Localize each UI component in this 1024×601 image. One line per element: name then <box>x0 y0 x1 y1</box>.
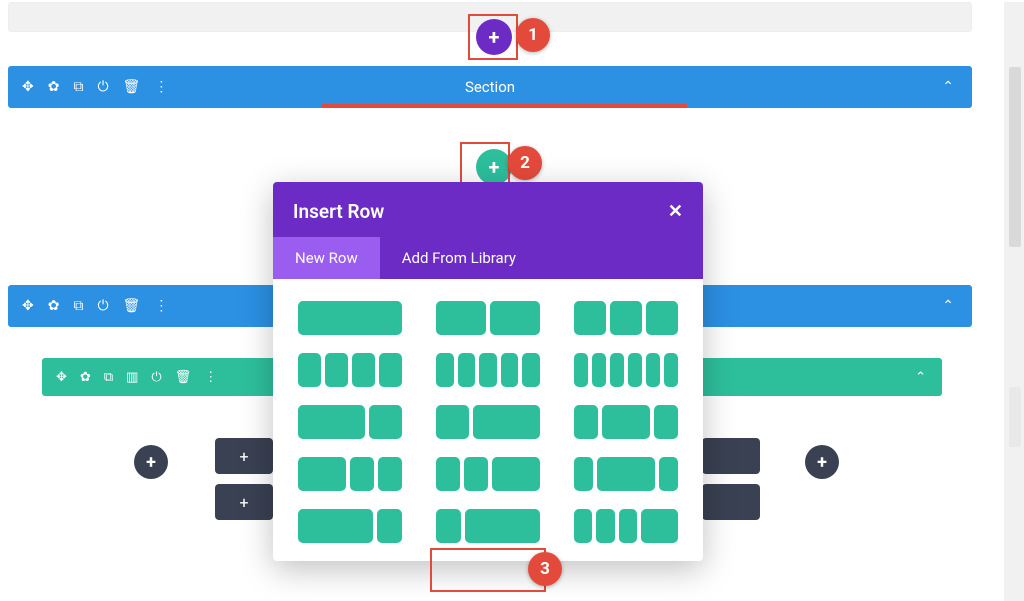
scrollbar[interactable] <box>1004 2 1024 601</box>
tab-new-row[interactable]: New Row <box>273 237 380 279</box>
add-module-right[interactable]: + <box>805 445 839 479</box>
duplicate-icon[interactable]: ⧉ <box>73 79 83 95</box>
more-icon[interactable]: ⋮ <box>154 298 168 314</box>
layout-option-8[interactable] <box>574 405 678 439</box>
gear-icon[interactable]: ✿ <box>48 79 60 95</box>
section-collapse-caret[interactable]: ⌃ <box>942 79 954 95</box>
move-icon[interactable]: ✥ <box>22 79 34 95</box>
duplicate-icon[interactable]: ⧉ <box>104 370 113 385</box>
layout-option-9[interactable] <box>298 457 402 491</box>
layout-option-2[interactable] <box>574 301 678 335</box>
gear-icon[interactable]: ✿ <box>80 370 91 385</box>
layout-option-4[interactable] <box>436 353 540 387</box>
modal-title: Insert Row <box>293 200 384 223</box>
layout-option-14[interactable] <box>574 509 678 543</box>
tab-add-from-library[interactable]: Add From Library <box>380 237 538 279</box>
layout-option-13[interactable] <box>436 509 540 543</box>
trash-icon[interactable]: 🗑 <box>123 298 141 314</box>
move-icon[interactable]: ✥ <box>56 370 67 385</box>
power-icon[interactable]: ⏻ <box>97 79 108 95</box>
module-pill-4[interactable] <box>702 484 760 520</box>
layout-option-7[interactable] <box>436 405 540 439</box>
trash-icon[interactable]: 🗑 <box>123 79 141 95</box>
layout-option-5[interactable] <box>574 353 678 387</box>
move-icon[interactable]: ✥ <box>22 298 34 314</box>
trash-icon[interactable]: 🗑 <box>175 370 192 385</box>
duplicate-icon[interactable]: ⧉ <box>73 298 83 314</box>
power-icon[interactable]: ⏻ <box>151 370 161 385</box>
module-pill-3[interactable] <box>702 438 760 474</box>
plus-icon: + <box>146 452 156 473</box>
plus-icon: + <box>489 25 500 49</box>
section-collapse-caret[interactable]: ⌃ <box>942 298 954 314</box>
layout-option-12[interactable] <box>298 509 402 543</box>
more-icon[interactable]: ⋮ <box>204 370 217 385</box>
row-collapse-caret[interactable]: ⌃ <box>915 370 926 385</box>
more-icon[interactable]: ⋮ <box>154 79 168 95</box>
section-underline <box>322 104 687 108</box>
add-section-button[interactable]: + <box>476 19 512 55</box>
layout-option-3[interactable] <box>298 353 402 387</box>
layout-option-1[interactable] <box>436 301 540 335</box>
callout-2: 2 <box>508 146 542 180</box>
scrollbar-thumb[interactable] <box>1009 67 1021 247</box>
layout-option-0[interactable] <box>298 301 402 335</box>
layout-option-6[interactable] <box>298 405 402 439</box>
layout-grid <box>273 279 703 561</box>
module-pill-2[interactable]: + <box>215 484 273 520</box>
section-bar[interactable]: ✥ ✿ ⧉ ⏻ 🗑 ⋮ Section ⌃ <box>8 66 972 108</box>
plus-icon: + <box>489 155 500 179</box>
scrollbar-thumb-2[interactable] <box>1009 387 1021 447</box>
modal-close-button[interactable]: ✕ <box>668 201 683 222</box>
layout-option-10[interactable] <box>436 457 540 491</box>
power-icon[interactable]: ⏻ <box>97 298 108 314</box>
plus-icon: + <box>817 452 827 473</box>
add-module-left[interactable]: + <box>134 445 168 479</box>
module-pill-1[interactable]: + <box>215 438 273 474</box>
insert-row-modal: Insert Row ✕ New Row Add From Library <box>273 182 703 561</box>
gear-icon[interactable]: ✿ <box>48 298 60 314</box>
add-row-button[interactable]: + <box>476 149 512 185</box>
layout-option-11[interactable] <box>574 457 678 491</box>
columns-icon[interactable]: ▥ <box>126 370 138 385</box>
